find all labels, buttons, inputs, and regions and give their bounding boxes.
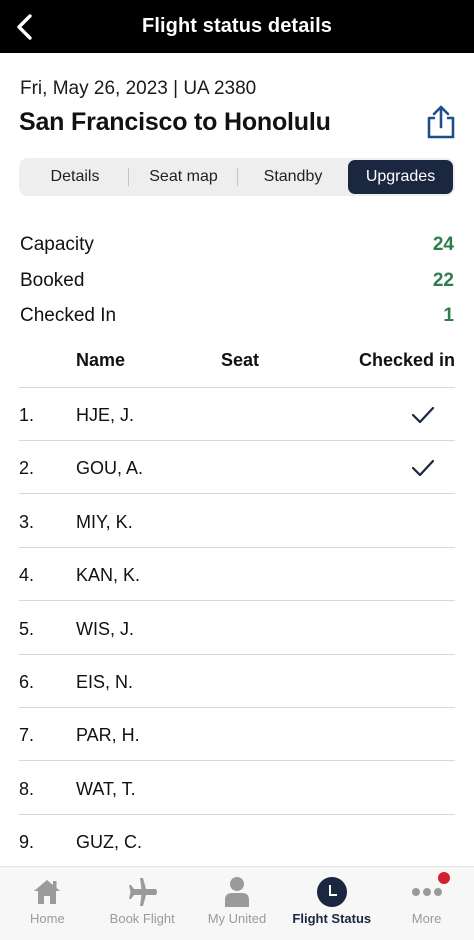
column-header-name: Name: [76, 350, 126, 370]
table-row: 6. EIS, N.: [19, 655, 455, 708]
tab-upgrades[interactable]: Upgrades: [348, 160, 453, 194]
nav-label: Flight Status: [292, 911, 372, 926]
passenger-name: WIS, J.: [76, 618, 134, 639]
table-header: Name Seat Checked in: [19, 348, 455, 388]
stat-label: Checked In: [20, 305, 117, 326]
share-icon: [427, 105, 455, 139]
nav-my-united[interactable]: My United: [190, 867, 285, 940]
nav-label: Home: [30, 911, 65, 926]
top-bar: Flight status details: [0, 0, 474, 53]
stat-capacity: Capacity 24: [20, 234, 454, 256]
table-row: 7. PAR, H.: [19, 708, 455, 762]
checkmark-icon: [411, 406, 435, 424]
passenger-name: GUZ, C.: [76, 832, 142, 853]
passenger-name: WAT, T.: [76, 778, 136, 799]
flight-date-number: Fri, May 26, 2023 | UA 2380: [20, 78, 257, 99]
table-row: 4. KAN, K.: [19, 548, 455, 602]
back-button[interactable]: [6, 9, 42, 45]
table-row: 5. WIS, J.: [19, 602, 455, 655]
notification-badge: [437, 872, 450, 884]
stat-label: Booked: [20, 270, 85, 291]
nav-home[interactable]: Home: [0, 867, 95, 940]
passenger-name: KAN, K.: [76, 565, 141, 586]
row-number: 7.: [19, 725, 35, 746]
tab-seat-map[interactable]: Seat map: [129, 160, 238, 194]
row-number: 9.: [19, 832, 35, 853]
clock-icon: [315, 876, 349, 908]
row-number: 8.: [19, 778, 35, 799]
row-number: 5.: [19, 618, 35, 639]
nav-flight-status[interactable]: Flight Status: [284, 867, 379, 940]
passenger-name: MIY, K.: [76, 511, 133, 532]
stat-value: 22: [432, 270, 454, 291]
nav-more[interactable]: More: [379, 867, 474, 940]
row-number: 6.: [19, 672, 35, 692]
table-row: 9. GUZ, C.: [19, 815, 455, 869]
table-row: 8. WAT, T.: [19, 762, 455, 815]
checkmark-icon: [411, 460, 435, 477]
table-row: 2. GOU, A.: [19, 441, 455, 495]
flight-route: San Francisco to Honolulu: [19, 108, 331, 136]
row-number: 3.: [19, 511, 35, 532]
passenger-name: PAR, H.: [76, 725, 140, 746]
passenger-name: GOU, A.: [76, 458, 144, 479]
nav-label: My United: [207, 911, 267, 926]
tab-details[interactable]: Details: [21, 160, 129, 194]
plane-icon: [125, 876, 159, 908]
tab-standby[interactable]: Standby: [238, 160, 348, 194]
bottom-nav: Home Book Flight My United Flight Status: [0, 866, 474, 940]
chevron-left-icon: [17, 14, 32, 40]
row-number: 1.: [19, 405, 35, 425]
column-header-checked-in: Checked in: [358, 350, 455, 370]
stat-checked-in: Checked In 1: [20, 305, 454, 327]
stat-label: Capacity: [20, 234, 94, 255]
column-header-seat: Seat: [221, 350, 260, 370]
person-icon: [220, 876, 254, 908]
passenger-name: EIS, N.: [76, 672, 134, 692]
passenger-name: HJE, J.: [76, 405, 135, 425]
nav-book-flight[interactable]: Book Flight: [95, 867, 190, 940]
row-number: 4.: [19, 565, 35, 586]
table-row: 1. HJE, J.: [19, 388, 455, 441]
stat-value: 24: [432, 234, 454, 255]
more-dots-icon: [410, 872, 450, 908]
home-icon: [30, 876, 64, 908]
segmented-tabs: Details Seat map Standby Upgrades: [19, 158, 455, 196]
row-number: 2.: [19, 458, 35, 479]
page-title: Flight status details: [142, 15, 332, 37]
share-button[interactable]: [424, 104, 458, 140]
table-row: 3. MIY, K.: [19, 495, 455, 548]
nav-label: Book Flight: [109, 911, 175, 926]
nav-label: More: [411, 911, 442, 926]
stat-value: 1: [443, 305, 454, 326]
stat-booked: Booked 22: [20, 270, 454, 292]
